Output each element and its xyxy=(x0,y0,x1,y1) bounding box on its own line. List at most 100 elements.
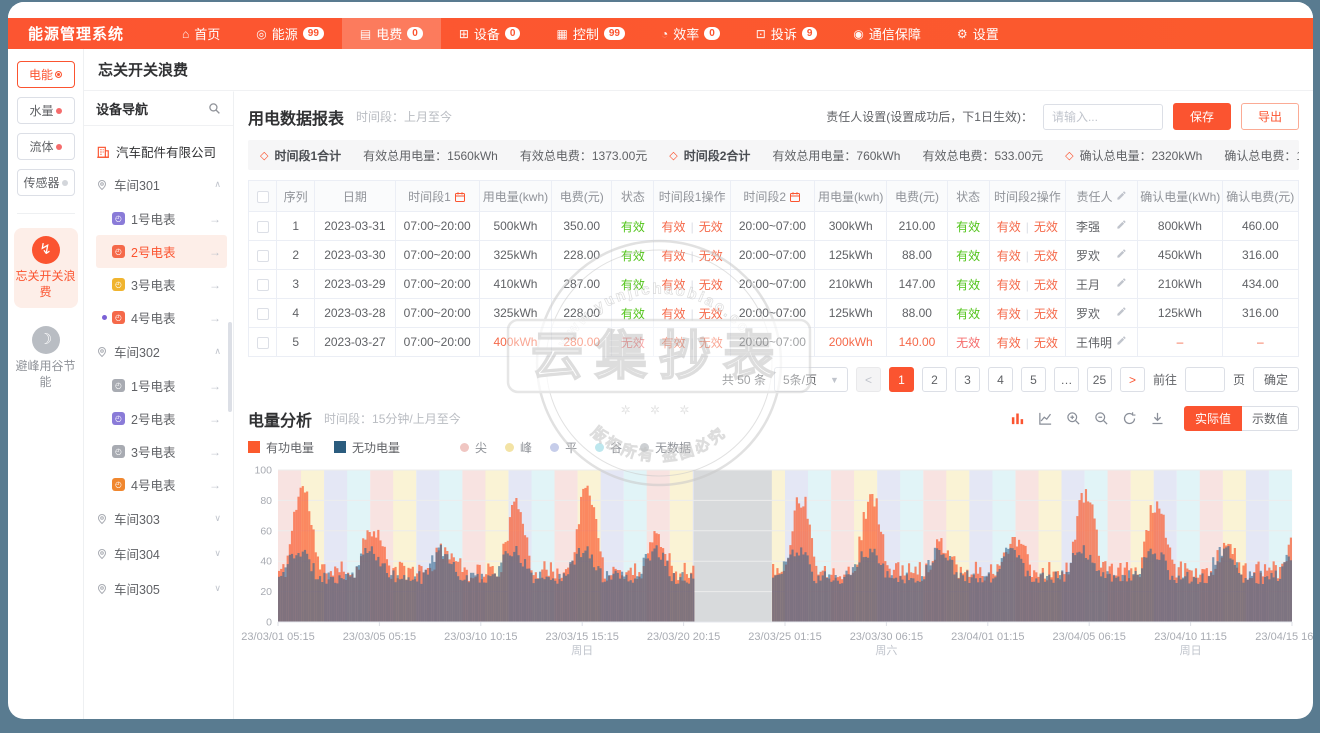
rail-tab-电能[interactable]: 电能 xyxy=(17,61,75,88)
pencil-icon[interactable] xyxy=(1116,277,1127,291)
band-legend-峰[interactable]: 峰 xyxy=(505,439,532,456)
op-invalid-link-2[interactable]: 无效 xyxy=(1034,336,1058,350)
band-legend-尖[interactable]: 尖 xyxy=(460,439,487,456)
meter-车间302-1号电表[interactable]: ◴1号电表→ xyxy=(96,369,227,402)
arrow-right-icon[interactable]: → xyxy=(209,311,221,325)
reading-value-button[interactable]: 示数值 xyxy=(1242,406,1299,431)
calendar-icon[interactable] xyxy=(454,190,466,204)
pencil-icon[interactable] xyxy=(1116,190,1127,204)
page-button-4[interactable]: 4 xyxy=(988,367,1013,392)
group-车间304[interactable]: 车间304∨ xyxy=(96,536,227,571)
op-valid-link-1[interactable]: 有效 xyxy=(662,220,686,234)
next-page-button[interactable]: > xyxy=(1120,367,1145,392)
actual-value-button[interactable]: 实际值 xyxy=(1184,406,1242,431)
download-icon[interactable] xyxy=(1150,411,1165,426)
arrow-right-icon[interactable]: → xyxy=(209,412,221,426)
op-valid-link-2[interactable]: 有效 xyxy=(997,307,1021,321)
goto-confirm-button[interactable]: 确定 xyxy=(1253,367,1299,392)
nav-item-能源[interactable]: ◎能源99 xyxy=(238,18,342,49)
page-button-1[interactable]: 1 xyxy=(889,367,914,392)
pencil-icon[interactable] xyxy=(1116,219,1127,233)
page-button-2[interactable]: 2 xyxy=(922,367,947,392)
op-valid-link-2[interactable]: 有效 xyxy=(997,249,1021,263)
row-checkbox[interactable] xyxy=(257,308,269,320)
nav-item-投诉[interactable]: ⊡投诉9 xyxy=(738,18,836,49)
page-button-25[interactable]: 25 xyxy=(1087,367,1112,392)
page-size-select[interactable]: 5条/页▼ xyxy=(774,367,848,392)
pencil-icon[interactable] xyxy=(1116,248,1127,262)
nav-item-控制[interactable]: ▦控制99 xyxy=(538,18,642,49)
goto-page-input[interactable] xyxy=(1185,367,1225,392)
band-legend-谷[interactable]: 谷 xyxy=(595,439,622,456)
band-legend-平[interactable]: 平 xyxy=(550,439,577,456)
nav-item-设备[interactable]: ⊞设备0 xyxy=(441,18,539,49)
row-checkbox[interactable] xyxy=(257,221,269,233)
meter-车间301-3号电表[interactable]: ◴3号电表→ xyxy=(96,268,227,301)
pencil-icon[interactable] xyxy=(1116,306,1127,320)
nav-item-首页[interactable]: ⌂首页 xyxy=(164,18,238,49)
meter-车间301-1号电表[interactable]: ◴1号电表→ xyxy=(96,202,227,235)
line-chart-icon[interactable] xyxy=(1038,411,1053,426)
op-invalid-link-2[interactable]: 无效 xyxy=(1034,278,1058,292)
mode-避峰用谷节能[interactable]: ☽避峰用谷节能 xyxy=(14,318,78,398)
rail-tab-流体[interactable]: 流体 xyxy=(17,133,75,160)
op-valid-link-2[interactable]: 有效 xyxy=(997,220,1021,234)
calendar-icon[interactable] xyxy=(789,190,801,204)
meter-车间301-2号电表[interactable]: ◴2号电表→ xyxy=(96,235,227,268)
op-valid-link-1[interactable]: 有效 xyxy=(662,278,686,292)
op-valid-link-2[interactable]: 有效 xyxy=(997,278,1021,292)
zoom-in-icon[interactable] xyxy=(1066,411,1081,426)
meter-车间302-3号电表[interactable]: ◴3号电表→ xyxy=(96,435,227,468)
meter-车间302-2号电表[interactable]: ◴2号电表→ xyxy=(96,402,227,435)
row-checkbox[interactable] xyxy=(257,279,269,291)
op-invalid-link-1[interactable]: 无效 xyxy=(699,336,723,350)
row-checkbox[interactable] xyxy=(257,250,269,262)
legend-有功电量[interactable]: 有功电量 xyxy=(248,439,314,456)
op-invalid-link-2[interactable]: 无效 xyxy=(1034,307,1058,321)
rail-tab-水量[interactable]: 水量 xyxy=(17,97,75,124)
op-valid-link-1[interactable]: 有效 xyxy=(662,307,686,321)
refresh-icon[interactable] xyxy=(1122,411,1137,426)
row-checkbox[interactable] xyxy=(257,337,269,349)
arrow-right-icon[interactable]: → xyxy=(209,245,221,259)
zoom-out-icon[interactable] xyxy=(1094,411,1109,426)
group-车间305[interactable]: 车间305∨ xyxy=(96,571,227,606)
company-node[interactable]: 汽车配件有限公司 xyxy=(96,136,227,167)
group-车间301[interactable]: 车间301∧ xyxy=(96,167,227,202)
mode-忘关开关浪费[interactable]: ↯忘关开关浪费 xyxy=(14,228,78,308)
band-legend-无数据[interactable]: 无数据 xyxy=(640,439,691,456)
nav-item-电费[interactable]: ▤电费0 xyxy=(342,18,441,49)
group-车间302[interactable]: 车间302∧ xyxy=(96,334,227,369)
save-button[interactable]: 保存 xyxy=(1173,103,1231,130)
bar-chart-icon[interactable] xyxy=(1010,411,1025,426)
op-invalid-link-1[interactable]: 无效 xyxy=(699,278,723,292)
arrow-right-icon[interactable]: → xyxy=(209,478,221,492)
nav-item-效率[interactable]: ◔效率0 xyxy=(643,18,738,49)
rail-tab-传感器[interactable]: 传感器 xyxy=(17,169,75,196)
group-车间303[interactable]: 车间303∨ xyxy=(96,501,227,536)
page-button-3[interactable]: 3 xyxy=(955,367,980,392)
arrow-right-icon[interactable]: → xyxy=(209,212,221,226)
op-valid-link-2[interactable]: 有效 xyxy=(997,336,1021,350)
search-icon[interactable] xyxy=(208,102,221,115)
legend-无功电量[interactable]: 无功电量 xyxy=(334,439,400,456)
arrow-right-icon[interactable]: → xyxy=(209,379,221,393)
nav-item-通信保障[interactable]: ◉通信保障 xyxy=(835,18,939,49)
op-invalid-link-1[interactable]: 无效 xyxy=(699,220,723,234)
op-invalid-link-1[interactable]: 无效 xyxy=(699,307,723,321)
ellipsis-pages-button[interactable]: … xyxy=(1054,367,1079,392)
nav-item-设置[interactable]: ⚙设置 xyxy=(939,18,1017,49)
page-button-5[interactable]: 5 xyxy=(1021,367,1046,392)
op-valid-link-1[interactable]: 有效 xyxy=(662,249,686,263)
prev-page-button[interactable]: < xyxy=(856,367,881,392)
owner-input[interactable] xyxy=(1043,104,1163,130)
op-valid-link-1[interactable]: 有效 xyxy=(662,336,686,350)
export-button[interactable]: 导出 xyxy=(1241,103,1299,130)
arrow-right-icon[interactable]: → xyxy=(209,278,221,292)
op-invalid-link-2[interactable]: 无效 xyxy=(1034,249,1058,263)
op-invalid-link-2[interactable]: 无效 xyxy=(1034,220,1058,234)
meter-车间302-4号电表[interactable]: ◴4号电表→ xyxy=(96,468,227,501)
select-all-checkbox[interactable] xyxy=(257,191,269,203)
op-invalid-link-1[interactable]: 无效 xyxy=(699,249,723,263)
arrow-right-icon[interactable]: → xyxy=(209,445,221,459)
